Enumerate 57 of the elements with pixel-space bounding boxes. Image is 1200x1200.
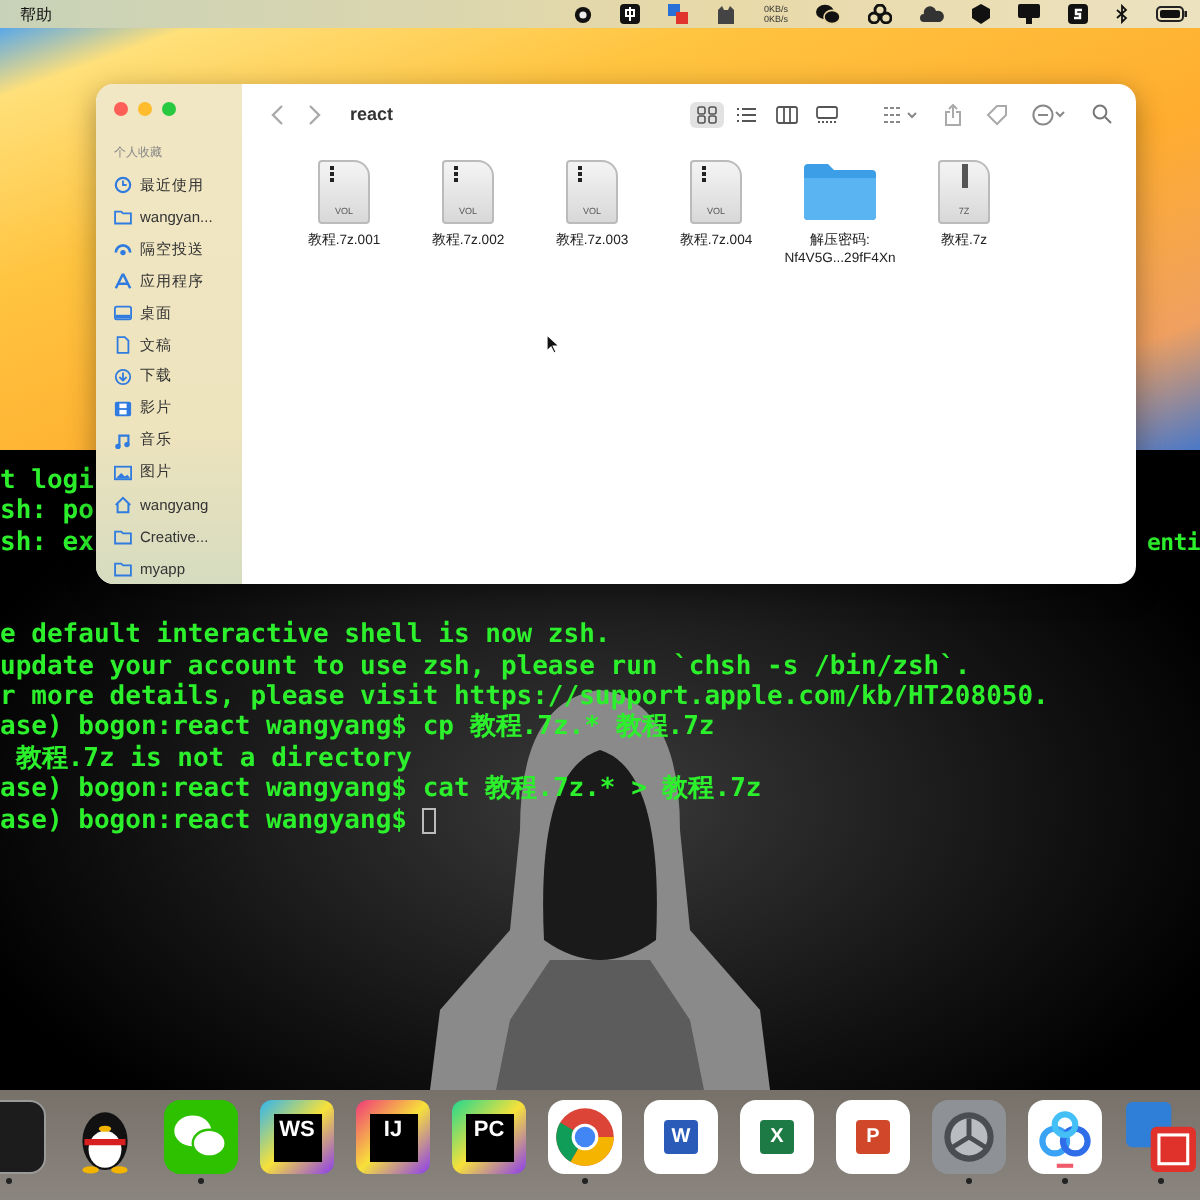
- cloud-app-icon[interactable]: [1028, 1100, 1102, 1174]
- chat-app-icon[interactable]: [164, 1100, 238, 1174]
- office-app-icon[interactable]: X: [740, 1100, 814, 1174]
- terminal-line: 教程.7z is not a directory: [13, 743, 413, 774]
- view-mode-button[interactable]: [810, 101, 844, 127]
- columns-view-icon: [776, 105, 798, 123]
- windows-app-icon[interactable]: [1124, 1100, 1198, 1174]
- monitor-icon[interactable]: [1018, 4, 1040, 24]
- more-icon[interactable]: [1032, 103, 1068, 125]
- terminal-line: sh: po: [0, 496, 94, 528]
- bluetooth-icon[interactable]: [1116, 4, 1128, 24]
- terminal-line: sh: ex: [0, 527, 94, 559]
- terminal-line: r more details, please visit https://support.apple.com/kb/HT208050.: [0, 681, 1049, 712]
- folder-icon: [802, 160, 878, 224]
- view-mode-button[interactable]: [770, 101, 804, 127]
- cat-icon[interactable]: [715, 4, 736, 24]
- download-icon: [114, 367, 132, 386]
- apps-icon: [114, 272, 132, 291]
- search-icon[interactable]: [1092, 104, 1112, 124]
- shield-icon[interactable]: [972, 4, 990, 24]
- mouse-pointer-icon: [546, 334, 560, 354]
- ide-app-icon[interactable]: IJ: [356, 1100, 430, 1174]
- terminal-line: t logi: [0, 466, 94, 497]
- music-icon: [114, 431, 132, 450]
- text-cursor: [422, 807, 437, 834]
- terminal-line: update your account to use zsh, please run `chsh -s /bin/zsh`.: [0, 651, 971, 682]
- gallery-view-icon: [816, 105, 838, 123]
- chat-icon[interactable]: [816, 4, 840, 24]
- input-method-icon[interactable]: [619, 4, 640, 24]
- record-icon[interactable]: [573, 5, 592, 23]
- grid-view-icon: [696, 105, 718, 123]
- terminal-line: enti: [1147, 527, 1200, 559]
- doc-icon: [114, 336, 132, 355]
- office-app-icon[interactable]: P: [836, 1100, 910, 1174]
- cloud-icon[interactable]: [920, 6, 944, 22]
- app-icon[interactable]: [1068, 4, 1088, 24]
- film-icon: [114, 399, 132, 418]
- browser-app-icon[interactable]: [548, 1100, 622, 1174]
- airdrop-icon: [114, 240, 132, 259]
- ide-app-icon[interactable]: WS: [260, 1100, 334, 1174]
- view-mode-button[interactable]: [690, 101, 724, 127]
- terminal-line: e default interactive shell is now zsh.: [0, 620, 611, 651]
- folder-icon: [114, 208, 132, 227]
- group-icon[interactable]: [884, 105, 920, 123]
- list-view-icon: [736, 105, 758, 123]
- picture-icon: [114, 463, 132, 482]
- folder-title: react: [350, 104, 394, 124]
- home-icon: [114, 495, 132, 514]
- rings-icon[interactable]: [868, 4, 892, 24]
- office-app-icon[interactable]: W: [644, 1100, 718, 1174]
- ide-app-icon[interactable]: PC: [452, 1100, 526, 1174]
- terminal-prompt: ase) bogon:react wangyang$: [0, 805, 409, 836]
- battery-icon[interactable]: [1156, 6, 1188, 22]
- help-menu[interactable]: 帮助: [20, 3, 52, 25]
- settings-icon[interactable]: [932, 1100, 1006, 1174]
- clock-icon: [114, 176, 132, 195]
- desktop-icon: [114, 304, 132, 323]
